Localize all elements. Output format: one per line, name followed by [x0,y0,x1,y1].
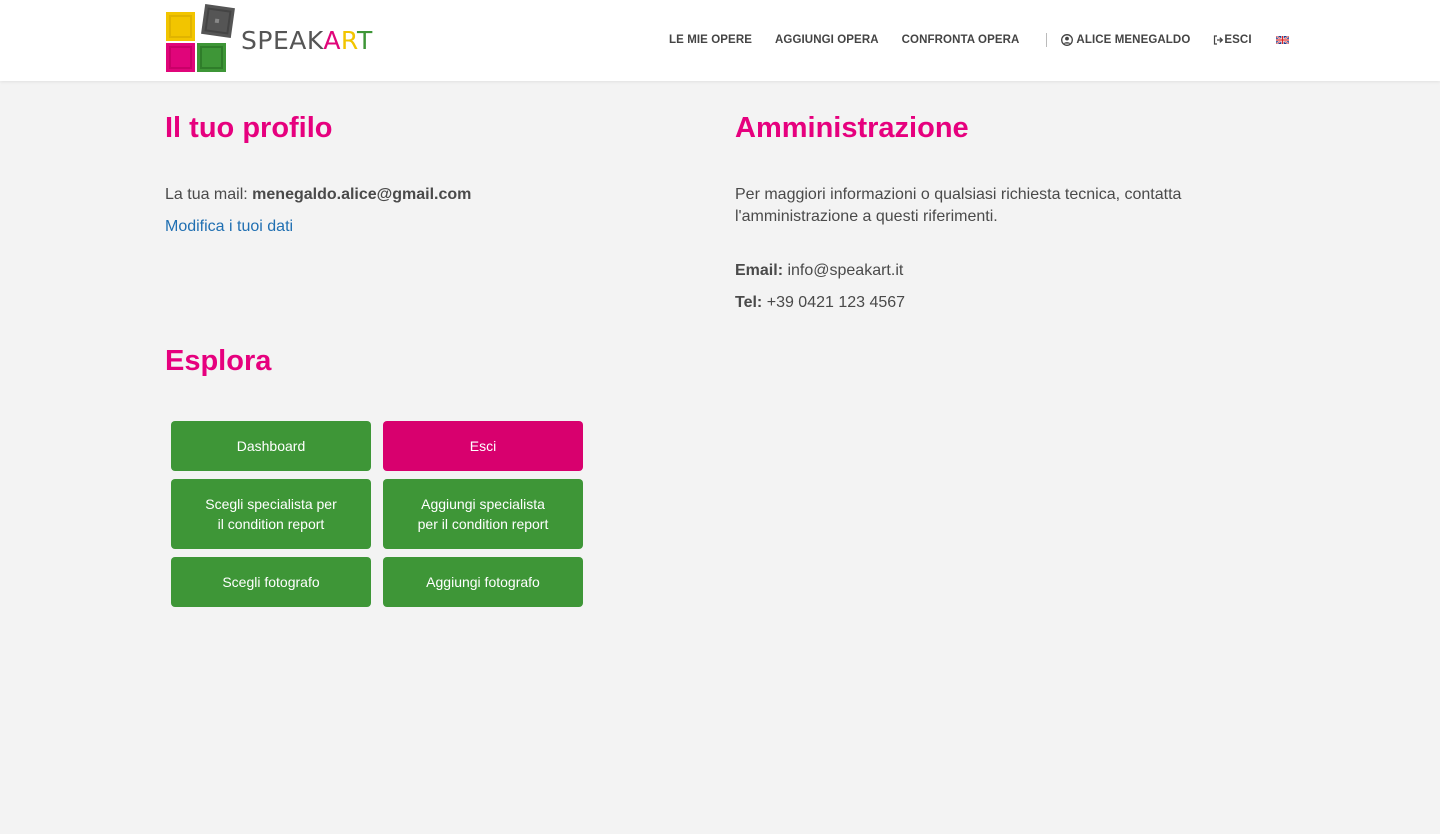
logo-text-a: A [323,26,341,55]
sign-out-icon [1214,35,1224,45]
add-specialist-button-label: Aggiungi specialista per il condition re… [417,496,549,532]
top-navbar: SPEAKART LE MIE OPERE AGGIUNGI OPERA CON… [0,0,1440,81]
admin-tel-row: Tel: +39 0421 123 4567 [735,292,905,314]
logo-text-t: T [356,26,373,55]
speakart-logo[interactable]: SPEAKART [165,3,380,73]
edit-profile-link[interactable]: Modifica i tuoi dati [165,216,293,238]
admin-tel-label: Tel: [735,294,763,311]
add-photographer-button-label: Aggiungi fotografo [426,574,540,590]
add-photographer-button[interactable]: Aggiungi fotografo [383,557,583,607]
dashboard-button[interactable]: Dashboard [171,421,371,471]
profile-title: Il tuo profilo [165,112,333,144]
logo-wordmark: SPEAKART [241,27,373,55]
nav-user-name: ALICE MENEGALDO [1076,34,1191,46]
logout-button-label: Esci [469,438,497,454]
choose-specialist-button-label: Scegli specialista per il condition repo… [205,496,337,532]
logout-button[interactable]: Esci [383,421,583,471]
nav-aggiungi-opera[interactable]: AGGIUNGI OPERA [775,34,879,46]
nav-confronta-opera[interactable]: CONFRONTA OPERA [902,34,1020,46]
admin-tel-value: +39 0421 123 4567 [766,294,906,311]
profile-mail-row: La tua mail: menegaldo.alice@gmail.com [165,184,471,206]
nav-user-profile[interactable]: ALICE MENEGALDO [1061,34,1190,46]
admin-title: Amministrazione [735,112,969,144]
logo-text-speak: SPEAK [241,26,324,55]
nav-logout[interactable]: ESCI [1213,34,1252,46]
add-specialist-button[interactable]: Aggiungi specialista per il condition re… [383,479,583,549]
nav-divider [1046,33,1048,47]
choose-photographer-button[interactable]: Scegli fotografo [171,557,371,607]
nav-le-mie-opere[interactable]: LE MIE OPERE [669,34,752,46]
admin-info-line-2: l'amministrazione a questi riferimenti. [735,208,998,225]
main-nav: LE MIE OPERE AGGIUNGI OPERA CONFRONTA OP… [669,32,1289,48]
user-circle-icon [1061,34,1074,46]
profile-mail-value: menegaldo.alice@gmail.com [252,186,472,203]
admin-email-label: Email: [735,262,784,279]
logo-mark-icon [166,4,235,72]
logo-text-r: R [340,26,357,55]
admin-email-row: Email: info@speakart.it [735,260,903,282]
admin-email-value: info@speakart.it [787,262,904,279]
profile-mail-label: La tua mail: [165,186,248,203]
uk-flag-icon[interactable] [1275,36,1289,44]
explore-title: Esplora [165,345,272,377]
choose-specialist-button[interactable]: Scegli specialista per il condition repo… [171,479,371,549]
nav-logout-label: ESCI [1224,34,1252,46]
admin-info-line-1: Per maggiori informazioni o qualsiasi ri… [735,186,1182,203]
dashboard-button-label: Dashboard [236,438,306,454]
choose-photographer-button-label: Scegli fotografo [222,574,320,590]
